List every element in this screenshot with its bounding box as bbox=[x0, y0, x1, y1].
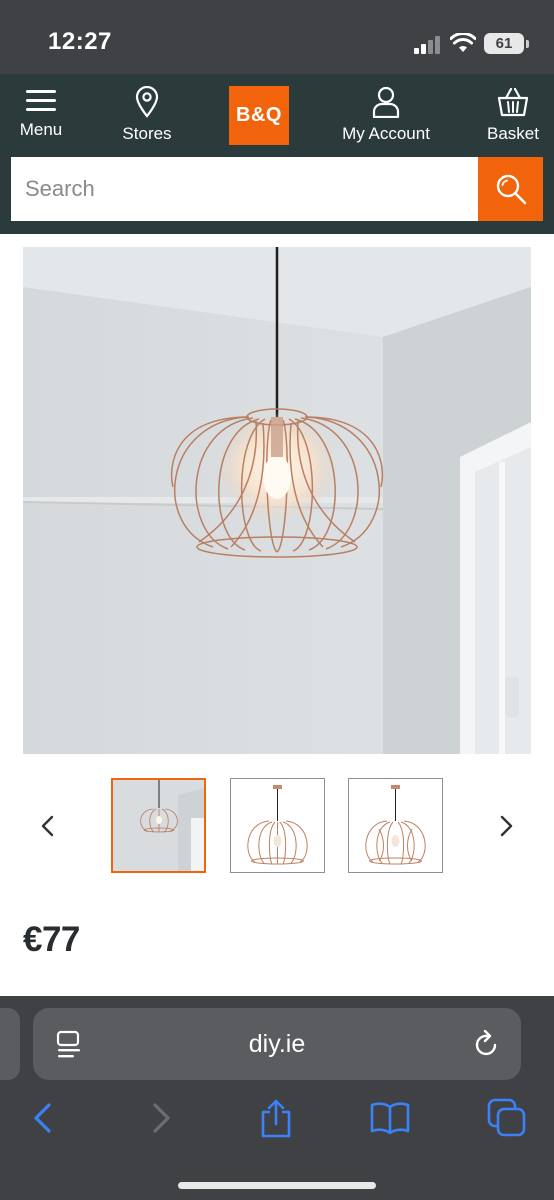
thumbnail-2[interactable] bbox=[230, 778, 325, 873]
basket-icon bbox=[497, 87, 529, 117]
forward-arrow-icon bbox=[153, 1103, 170, 1133]
search-button[interactable] bbox=[478, 157, 543, 221]
wifi-icon bbox=[450, 33, 476, 52]
share-button[interactable] bbox=[254, 1096, 298, 1140]
search-input[interactable] bbox=[11, 157, 478, 221]
user-account-icon bbox=[372, 86, 400, 118]
tabs-overview-icon bbox=[487, 1098, 526, 1137]
location-pin-icon bbox=[135, 86, 159, 118]
reload-icon[interactable] bbox=[473, 1030, 501, 1060]
browser-toolbar: diy.ie bbox=[0, 996, 554, 1200]
product-price: €77 bbox=[23, 920, 80, 959]
home-indicator[interactable] bbox=[178, 1182, 376, 1189]
share-icon bbox=[261, 1099, 291, 1138]
pendant-lamp-cutout-thumbnail bbox=[231, 779, 324, 872]
menu-button[interactable]: Menu bbox=[14, 86, 68, 156]
basket-button[interactable]: Basket bbox=[484, 86, 542, 156]
my-account-button[interactable]: My Account bbox=[336, 86, 436, 156]
url-text: diy.ie bbox=[248, 1030, 306, 1058]
product-main-image[interactable] bbox=[23, 247, 531, 754]
bookmarks-button[interactable] bbox=[368, 1096, 412, 1140]
chevron-right-icon bbox=[500, 815, 513, 837]
previous-tab-preview[interactable] bbox=[0, 1008, 20, 1080]
status-time: 12:27 bbox=[48, 28, 112, 55]
browser-back-button[interactable] bbox=[20, 1096, 64, 1140]
image-thumbnail-strip bbox=[0, 778, 554, 874]
search-bar bbox=[11, 157, 543, 221]
battery-indicator: 61 bbox=[484, 33, 524, 54]
status-bar: 12:27 61 bbox=[0, 0, 554, 74]
hamburger-menu-icon bbox=[26, 90, 56, 111]
my-account-label: My Account bbox=[342, 124, 430, 143]
pendant-lamp-cutout-thumbnail-alt bbox=[349, 779, 442, 872]
menu-label: Menu bbox=[19, 120, 63, 139]
bq-logo[interactable]: B&Q bbox=[229, 86, 289, 145]
thumbnail-1[interactable] bbox=[111, 778, 206, 873]
address-bar[interactable]: diy.ie bbox=[33, 1008, 521, 1080]
thumbnail-3[interactable] bbox=[348, 778, 443, 873]
basket-label: Basket bbox=[487, 124, 539, 143]
browser-forward-button[interactable] bbox=[140, 1096, 184, 1140]
cellular-signal-icon bbox=[414, 36, 440, 54]
search-icon bbox=[496, 174, 526, 205]
battery-level: 61 bbox=[495, 35, 513, 52]
next-image-button[interactable] bbox=[487, 804, 527, 848]
pendant-lamp-photo bbox=[23, 247, 531, 754]
product-content: €77 bbox=[0, 234, 554, 996]
previous-image-button[interactable] bbox=[27, 804, 67, 848]
back-arrow-icon bbox=[34, 1103, 51, 1133]
battery-nub bbox=[526, 40, 529, 48]
stores-button[interactable]: Stores bbox=[116, 86, 178, 156]
open-book-icon bbox=[370, 1102, 410, 1135]
site-header: Menu Stores B&Q My Account Basket bbox=[0, 74, 554, 234]
stores-label: Stores bbox=[122, 124, 172, 143]
pendant-lamp-room-thumbnail bbox=[113, 780, 204, 871]
tabs-button[interactable] bbox=[485, 1096, 529, 1140]
chevron-left-icon bbox=[41, 815, 54, 837]
